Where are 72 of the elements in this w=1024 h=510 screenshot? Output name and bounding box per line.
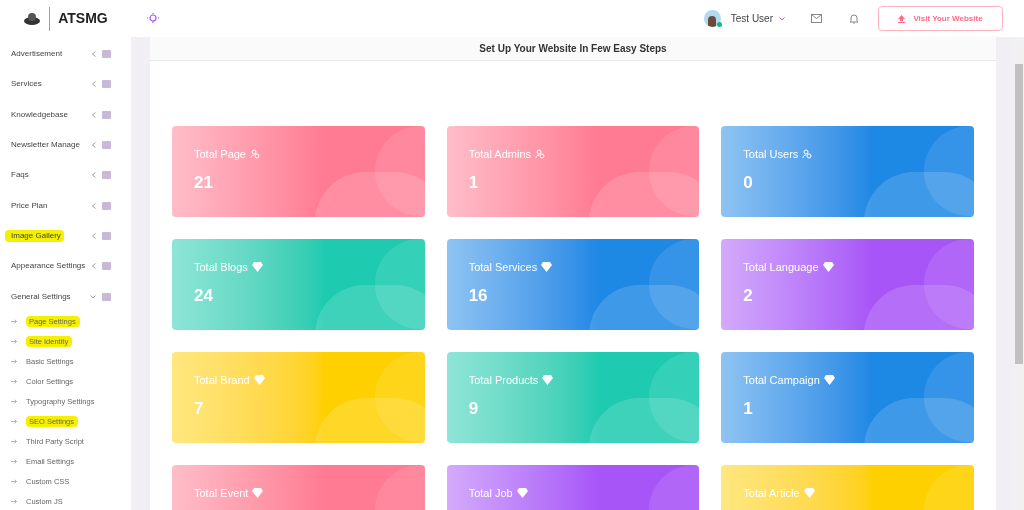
card-label: Total Products — [468, 373, 539, 388]
diamond-icon — [251, 262, 263, 273]
diamond-icon — [803, 488, 815, 499]
scrollbar-thumb[interactable] — [1015, 64, 1023, 364]
arrow-icon — [11, 319, 17, 325]
card-value: 24 — [194, 284, 214, 307]
brand-name: ATSMG — [58, 9, 108, 28]
diamond-icon — [252, 488, 264, 499]
card-value: 16 — [468, 284, 489, 307]
arrow-icon — [11, 499, 17, 505]
card-label: Total Blogs — [194, 260, 248, 275]
sidebar-item[interactable]: Newsletter Manage — [11, 139, 80, 152]
arrow-icon — [11, 359, 17, 365]
card-label: Total Job — [468, 486, 513, 501]
people-icon — [250, 149, 260, 160]
logo-icon — [23, 11, 42, 26]
menu-item-icon — [102, 50, 111, 59]
card-value: 1 — [743, 397, 754, 420]
card-label: Total Campaign — [743, 373, 820, 388]
arrow-icon — [11, 379, 17, 385]
mail-icon[interactable] — [811, 14, 822, 23]
sidebar-item[interactable]: Advertisement — [11, 48, 63, 61]
arrow-icon — [11, 439, 17, 445]
upload-icon — [898, 14, 906, 23]
menu-item-icon — [102, 171, 111, 180]
menu-item-icon — [102, 110, 111, 119]
people-icon — [802, 149, 813, 160]
diamond-icon — [541, 262, 553, 273]
card-label: Total Brand — [194, 373, 250, 388]
card-label: Total Users — [743, 147, 799, 162]
card-value: 1 — [468, 171, 480, 194]
sidebar-item[interactable]: Appearance Settings — [11, 260, 86, 273]
diamond-icon — [542, 375, 554, 386]
lightbulb-icon[interactable] — [147, 12, 159, 25]
diamond-icon — [253, 375, 265, 386]
caret-icon[interactable] — [779, 16, 785, 21]
card-label: Total Admins — [468, 147, 532, 162]
sidebar-item[interactable]: Services — [11, 78, 42, 91]
card-label: Total Event — [194, 486, 249, 501]
card-value: 7 — [194, 397, 205, 420]
people-icon — [535, 149, 546, 160]
menu-item-icon — [102, 231, 111, 240]
diamond-icon — [823, 375, 835, 386]
arrow-icon — [11, 479, 17, 485]
card-value: 0 — [743, 171, 754, 194]
arrow-icon — [11, 399, 17, 405]
avatar[interactable] — [703, 10, 721, 27]
menu-item-icon — [102, 141, 111, 150]
sidebar-item[interactable]: General Settings — [11, 290, 71, 303]
card-value: 9 — [468, 397, 480, 420]
sidebar-item[interactable]: Price Plan — [11, 199, 48, 212]
sidebar-item[interactable]: Image Gallery — [5, 229, 64, 242]
arrow-icon — [11, 339, 17, 345]
user-name[interactable]: Test User — [730, 11, 773, 26]
sidebar-item[interactable]: Faqs — [11, 169, 29, 182]
menu-item-icon — [102, 262, 111, 271]
diamond-icon — [822, 262, 834, 273]
menu-item-icon — [102, 80, 111, 89]
card-value: 21 — [194, 171, 214, 194]
card-label: Total Article — [743, 486, 800, 501]
section-title: Set Up Your Website In Few Easy Steps — [479, 42, 667, 56]
arrow-icon — [11, 419, 17, 425]
card-label: Total Services — [468, 260, 538, 275]
menu-item-icon — [102, 292, 111, 301]
card-value: 2 — [743, 284, 754, 307]
bell-icon[interactable] — [849, 13, 859, 24]
sidebar-item[interactable]: Knowledgebase — [11, 108, 68, 121]
card-label: Total Language — [743, 260, 819, 275]
menu-item-icon — [102, 201, 111, 210]
arrow-icon — [11, 459, 17, 465]
diamond-icon — [516, 488, 528, 499]
card-label: Total Page — [194, 147, 246, 162]
